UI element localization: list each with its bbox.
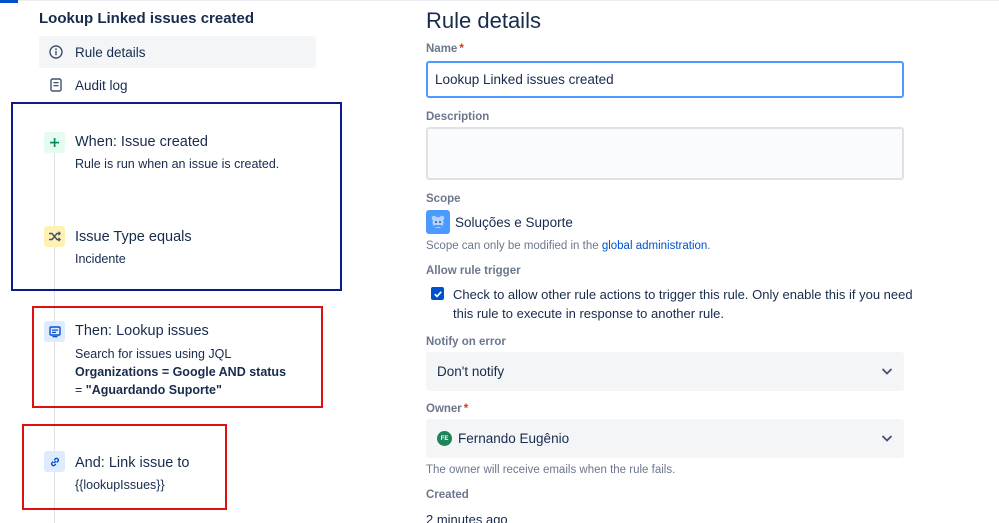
required-mark: *: [459, 43, 464, 55]
name-label: Name *: [426, 43, 464, 55]
notify-label: Notify on error: [426, 336, 506, 348]
top-border: [0, 0, 999, 1]
global-administration-link[interactable]: global administration: [602, 240, 707, 252]
nav-item-label: Audit log: [75, 77, 128, 93]
info-icon: [49, 45, 63, 59]
owner-value: Fernando Eugênio: [458, 431, 570, 446]
scope-help: Scope can only be modified in the global…: [426, 240, 711, 252]
owner-select[interactable]: FE Fernando Eugênio: [426, 419, 904, 458]
nav-item-audit-log[interactable]: Audit log: [39, 69, 316, 101]
nav-item-label: Rule details: [75, 44, 146, 60]
owner-help: The owner will receive emails when the r…: [426, 464, 676, 476]
chevron-down-icon: [881, 435, 893, 442]
allow-trigger-checkbox[interactable]: [431, 287, 444, 300]
chevron-down-icon: [881, 368, 893, 375]
corner-accent: [0, 0, 18, 3]
allow-trigger-text: Check to allow other rule actions to tri…: [453, 287, 913, 321]
owner-label-text: Owner: [426, 403, 462, 415]
name-input[interactable]: [426, 61, 904, 98]
page-heading: Rule details: [426, 8, 541, 33]
owner-label: Owner *: [426, 403, 468, 415]
created-label: Created: [426, 489, 469, 501]
description-label: Description: [426, 111, 490, 123]
description-input[interactable]: [426, 127, 904, 180]
name-label-text: Name: [426, 43, 458, 55]
scope-help-prefix: Scope can only be modified in the: [426, 240, 602, 252]
nav-item-rule-details[interactable]: Rule details: [39, 36, 316, 68]
owner-avatar: FE: [437, 431, 452, 446]
scope-help-suffix: .: [707, 240, 711, 252]
checkmark-icon: [433, 290, 442, 298]
scope-label: Scope: [426, 193, 461, 205]
required-mark: *: [463, 403, 469, 415]
scope-name: Soluções e Suporte: [455, 214, 573, 230]
audit-log-icon: [49, 78, 63, 92]
annotation-box-red-link: [22, 424, 227, 510]
scope-value: Soluções e Suporte: [426, 210, 573, 234]
annotation-box-red-lookup: [32, 306, 323, 408]
notify-value: Don't notify: [437, 364, 505, 379]
notify-select[interactable]: Don't notify: [426, 352, 904, 391]
allow-trigger-label: Allow rule trigger: [426, 265, 521, 277]
created-value: 2 minutes ago: [426, 512, 508, 523]
project-avatar-icon: [426, 210, 450, 234]
rule-title: Lookup Linked issues created: [39, 10, 255, 27]
annotation-box-blue: [11, 102, 342, 291]
